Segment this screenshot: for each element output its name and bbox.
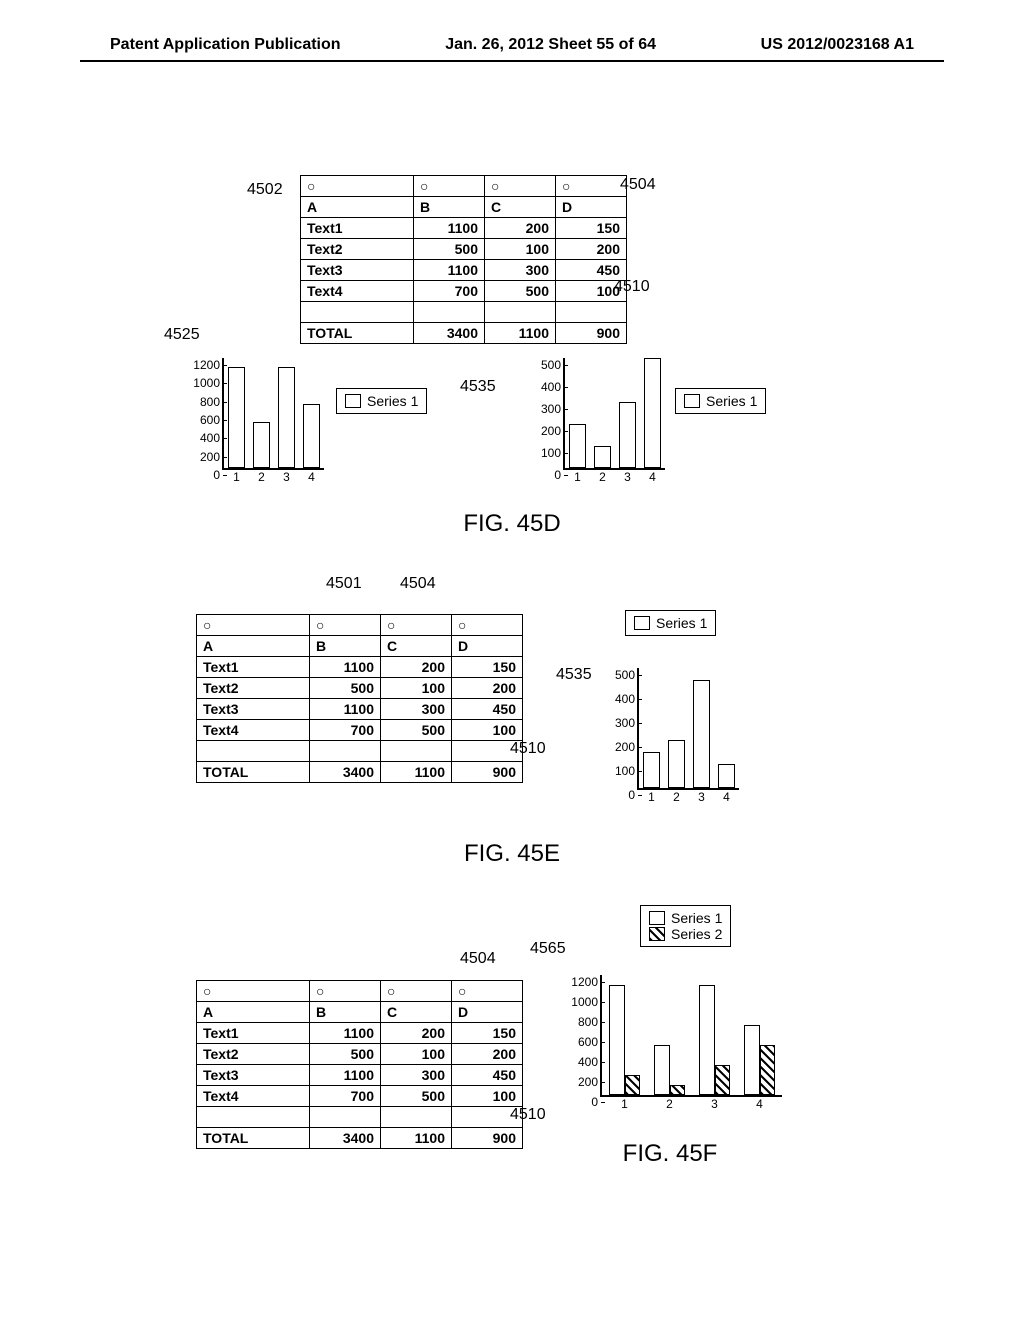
table-row: Text2500100200 bbox=[197, 678, 523, 699]
fig-caption-45f: FIG. 45F bbox=[520, 1140, 820, 1168]
legend-45d-left: Series 1 bbox=[336, 388, 427, 414]
cell-circ: ○ bbox=[301, 176, 414, 197]
ref-4504: 4504 bbox=[620, 176, 656, 194]
ref-4510: 4510 bbox=[510, 1106, 546, 1124]
table-row: Text4700500100 bbox=[197, 720, 523, 741]
col-header-b: B bbox=[414, 197, 485, 218]
legend-swatch-icon bbox=[649, 927, 665, 941]
table-row: Text11100200150 bbox=[197, 1023, 523, 1044]
table-row: Text4700500100 bbox=[197, 1086, 523, 1107]
chart-45e-right: 01002003004005001234 bbox=[637, 668, 739, 790]
header-center: Jan. 26, 2012 Sheet 55 of 64 bbox=[445, 36, 656, 54]
legend-45f: Series 1 Series 2 bbox=[640, 905, 731, 947]
ref-4535: 4535 bbox=[460, 378, 496, 396]
table-row: Text31100300450 bbox=[197, 1065, 523, 1086]
table-row: Text2500100200 bbox=[301, 239, 627, 260]
table-total-row: TOTAL34001100900 bbox=[197, 762, 523, 783]
legend-swatch-icon bbox=[345, 394, 361, 408]
legend-swatch-icon bbox=[634, 616, 650, 630]
legend-swatch-icon bbox=[649, 911, 665, 925]
cell-circ: ○ bbox=[414, 176, 485, 197]
table-total-row: TOTAL34001100900 bbox=[197, 1128, 523, 1149]
ref-4502: 4502 bbox=[247, 181, 283, 199]
table-row: Text11100200150 bbox=[301, 218, 627, 239]
fig-caption-45e: FIG. 45E bbox=[0, 840, 1024, 868]
chart-45d-left: 0200400600800100012001234 bbox=[222, 358, 324, 470]
header-right: US 2012/0023168 A1 bbox=[761, 36, 914, 54]
cell-circ: ○ bbox=[485, 176, 556, 197]
legend-45e: Series 1 bbox=[625, 610, 716, 636]
ref-4504: 4504 bbox=[400, 575, 436, 593]
fig-caption-45d: FIG. 45D bbox=[0, 510, 1024, 538]
col-header-c: C bbox=[485, 197, 556, 218]
table-45e: ○ ○ ○ ○ A B C D Text11100200150 Text2500… bbox=[196, 614, 523, 783]
table-45d: ○ ○ ○ ○ A B C D Text11100200150 Text2500… bbox=[300, 175, 627, 344]
header-rule bbox=[80, 60, 944, 62]
table-row: Text31100300450 bbox=[301, 260, 627, 281]
header-left: Patent Application Publication bbox=[110, 36, 341, 54]
ref-4525: 4525 bbox=[164, 326, 200, 344]
cell-circ: ○ bbox=[556, 176, 627, 197]
ref-4510: 4510 bbox=[510, 740, 546, 758]
legend-45d-right: Series 1 bbox=[675, 388, 766, 414]
col-header-a: A bbox=[301, 197, 414, 218]
table-row: Text31100300450 bbox=[197, 699, 523, 720]
ref-4565: 4565 bbox=[530, 940, 566, 958]
chart-45f-right: 0200400600800100012001234 bbox=[600, 975, 782, 1097]
table-45f: ○ ○ ○ ○ A B C D Text11100200150 Text2500… bbox=[196, 980, 523, 1149]
table-row: Text4700500100 bbox=[301, 281, 627, 302]
table-row: Text2500100200 bbox=[197, 1044, 523, 1065]
table-row: Text11100200150 bbox=[197, 657, 523, 678]
legend-swatch-icon bbox=[684, 394, 700, 408]
ref-4504: 4504 bbox=[460, 950, 496, 968]
ref-4535: 4535 bbox=[556, 666, 592, 684]
ref-4510: 4510 bbox=[614, 278, 650, 296]
ref-4501: 4501 bbox=[326, 575, 362, 593]
table-total-row: TOTAL34001100900 bbox=[301, 323, 627, 344]
col-header-d: D bbox=[556, 197, 627, 218]
chart-45d-right: 01002003004005001234 bbox=[563, 358, 665, 470]
